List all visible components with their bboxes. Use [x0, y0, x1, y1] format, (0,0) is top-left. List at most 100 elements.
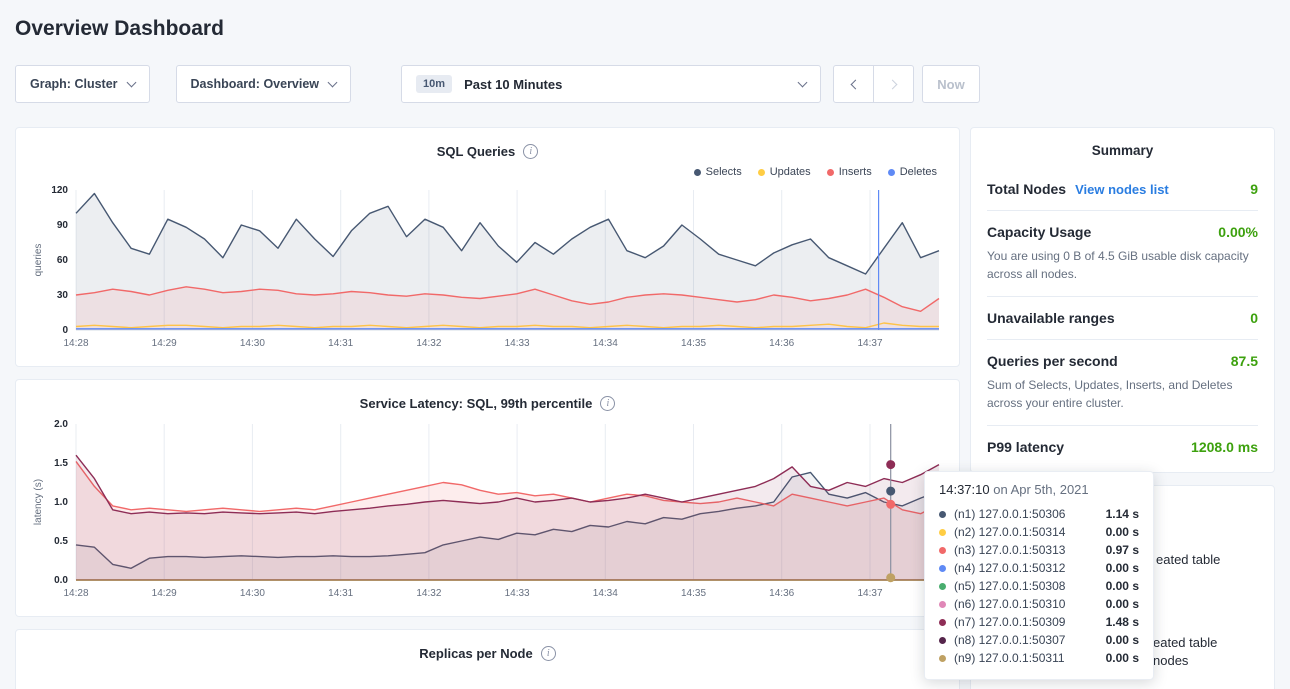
legend-label: Deletes — [900, 166, 937, 178]
svg-text:14:28: 14:28 — [63, 588, 88, 599]
time-range-label: Past 10 Minutes — [464, 77, 562, 92]
svg-text:90: 90 — [57, 220, 69, 231]
legend-label: Inserts — [839, 166, 872, 178]
svg-text:14:36: 14:36 — [769, 588, 794, 599]
svg-text:14:36: 14:36 — [769, 338, 794, 349]
tooltip-node-label: (n7) 127.0.0.1:50309 — [954, 615, 1065, 629]
svg-text:14:33: 14:33 — [505, 588, 530, 599]
summary-label: Capacity Usage — [987, 224, 1091, 240]
chart-title: SQL Queries — [437, 144, 516, 159]
summary-subtext: Sum of Selects, Updates, Inserts, and De… — [987, 376, 1258, 412]
svg-text:14:37: 14:37 — [857, 588, 882, 599]
tooltip-node-value: 0.00 s — [1106, 525, 1139, 539]
graph-dropdown[interactable]: Graph: Cluster — [15, 65, 150, 103]
legend-item-deletes[interactable]: Deletes — [888, 166, 937, 178]
info-icon-glyph: i — [547, 648, 550, 659]
chart-title-row: Service Latency: SQL, 99th percentile i — [30, 392, 945, 414]
info-icon[interactable]: i — [600, 396, 615, 411]
graph-dropdown-label: Graph: Cluster — [30, 77, 118, 91]
info-icon[interactable]: i — [523, 144, 538, 159]
tooltip-node-label: (n2) 127.0.0.1:50314 — [954, 525, 1065, 539]
summary-label: Total Nodes — [987, 181, 1066, 197]
chevron-down-icon — [328, 77, 338, 87]
tooltip-node-value: 0.00 s — [1106, 561, 1139, 575]
summary-row-unavailable-ranges: Unavailable ranges 0 — [987, 296, 1258, 339]
svg-text:latency (s): latency (s) — [33, 479, 44, 525]
node-color-dot — [939, 529, 946, 536]
legend-dot — [694, 169, 701, 176]
node-color-dot — [939, 637, 946, 644]
sql-queries-chart[interactable]: 14:2814:2914:3014:3114:3214:3314:3414:35… — [30, 182, 945, 358]
now-button[interactable]: Now — [922, 65, 980, 103]
node-color-dot — [939, 655, 946, 662]
page-title: Overview Dashboard — [0, 0, 1290, 43]
svg-text:14:31: 14:31 — [328, 588, 353, 599]
legend-item-selects[interactable]: Selects — [694, 166, 742, 178]
chart-legend: Selects Updates Inserts Deletes — [30, 164, 937, 180]
summary-row-capacity-usage: Capacity Usage 0.00% You are using 0 B o… — [987, 210, 1258, 296]
tooltip-node-label: (n9) 127.0.0.1:50311 — [954, 651, 1065, 665]
tooltip-node-row: (n1) 127.0.0.1:50306 1.14 s — [939, 505, 1139, 523]
legend-item-inserts[interactable]: Inserts — [827, 166, 872, 178]
svg-text:1.5: 1.5 — [54, 458, 68, 469]
svg-text:14:32: 14:32 — [416, 588, 441, 599]
svg-text:0.5: 0.5 — [54, 536, 68, 547]
time-forward-button[interactable] — [873, 65, 914, 103]
svg-text:14:28: 14:28 — [63, 338, 88, 349]
svg-text:14:33: 14:33 — [505, 338, 530, 349]
time-back-button[interactable] — [833, 65, 874, 103]
node-color-dot — [939, 601, 946, 608]
info-icon[interactable]: i — [541, 646, 556, 661]
time-range-dropdown[interactable]: 10m Past 10 Minutes — [401, 65, 821, 103]
node-color-dot — [939, 511, 946, 518]
chart-title-row: Replicas per Node i — [30, 642, 945, 664]
svg-text:0: 0 — [62, 325, 68, 336]
summary-value: 87.5 — [1231, 353, 1258, 369]
tooltip-node-label: (n3) 127.0.0.1:50313 — [954, 543, 1065, 557]
summary-label: Unavailable ranges — [987, 310, 1115, 326]
summary-label: P99 latency — [987, 439, 1064, 455]
tooltip-node-value: 0.97 s — [1106, 543, 1139, 557]
summary-row-queries-per-second: Queries per second 87.5 Sum of Selects, … — [987, 339, 1258, 425]
tooltip-node-label: (n5) 127.0.0.1:50308 — [954, 579, 1065, 593]
summary-value: 0 — [1250, 310, 1258, 326]
summary-subtext: You are using 0 B of 4.5 GiB usable disk… — [987, 247, 1258, 283]
svg-text:14:35: 14:35 — [681, 588, 706, 599]
summary-value: 9 — [1250, 181, 1258, 197]
tooltip-node-row: (n5) 127.0.0.1:50308 0.00 s — [939, 577, 1139, 595]
legend-item-updates[interactable]: Updates — [758, 166, 811, 178]
dashboard-controls: Graph: Cluster Dashboard: Overview 10m P… — [15, 65, 1275, 103]
node-color-dot — [939, 565, 946, 572]
legend-label: Selects — [706, 166, 742, 178]
node-color-dot — [939, 583, 946, 590]
svg-text:120: 120 — [51, 185, 68, 196]
svg-text:14:35: 14:35 — [681, 338, 706, 349]
svg-text:14:37: 14:37 — [857, 338, 882, 349]
replicas-per-node-chart-panel: Replicas per Node i — [15, 629, 960, 689]
chevron-left-icon — [850, 79, 860, 89]
tooltip-node-row: (n4) 127.0.0.1:50312 0.00 s — [939, 559, 1139, 577]
svg-text:14:34: 14:34 — [593, 338, 618, 349]
summary-panel: Summary Total Nodes View nodes list 9 Ca… — [970, 127, 1275, 473]
svg-text:2.0: 2.0 — [54, 419, 68, 430]
view-nodes-list-link[interactable]: View nodes list — [1075, 182, 1169, 197]
svg-text:14:32: 14:32 — [416, 338, 441, 349]
info-icon-glyph: i — [529, 146, 532, 157]
dashboard-dropdown[interactable]: Dashboard: Overview — [176, 65, 352, 103]
svg-text:14:29: 14:29 — [152, 588, 177, 599]
node-color-dot — [939, 619, 946, 626]
time-range-badge: 10m — [416, 75, 452, 93]
tooltip-node-row: (n3) 127.0.0.1:50313 0.97 s — [939, 541, 1139, 559]
sql-queries-chart-panel: SQL Queries i Selects Updates Inserts — [15, 127, 960, 367]
tooltip-node-value: 0.00 s — [1106, 633, 1139, 647]
svg-text:14:34: 14:34 — [593, 588, 618, 599]
chart-title-row: SQL Queries i — [30, 140, 945, 162]
tooltip-node-row: (n2) 127.0.0.1:50314 0.00 s — [939, 523, 1139, 541]
service-latency-chart[interactable]: 14:2814:2914:3014:3114:3214:3314:3414:35… — [30, 416, 945, 608]
event-item-text-fragment: eated table — [1153, 635, 1217, 650]
overview-dashboard-page: Overview Dashboard Graph: Cluster Dashbo… — [0, 0, 1290, 689]
summary-row-p99-latency: P99 latency 1208.0 ms — [987, 425, 1258, 468]
tooltip-node-label: (n6) 127.0.0.1:50310 — [954, 597, 1065, 611]
tooltip-node-value: 0.00 s — [1106, 651, 1139, 665]
tooltip-node-value: 0.00 s — [1106, 579, 1139, 593]
